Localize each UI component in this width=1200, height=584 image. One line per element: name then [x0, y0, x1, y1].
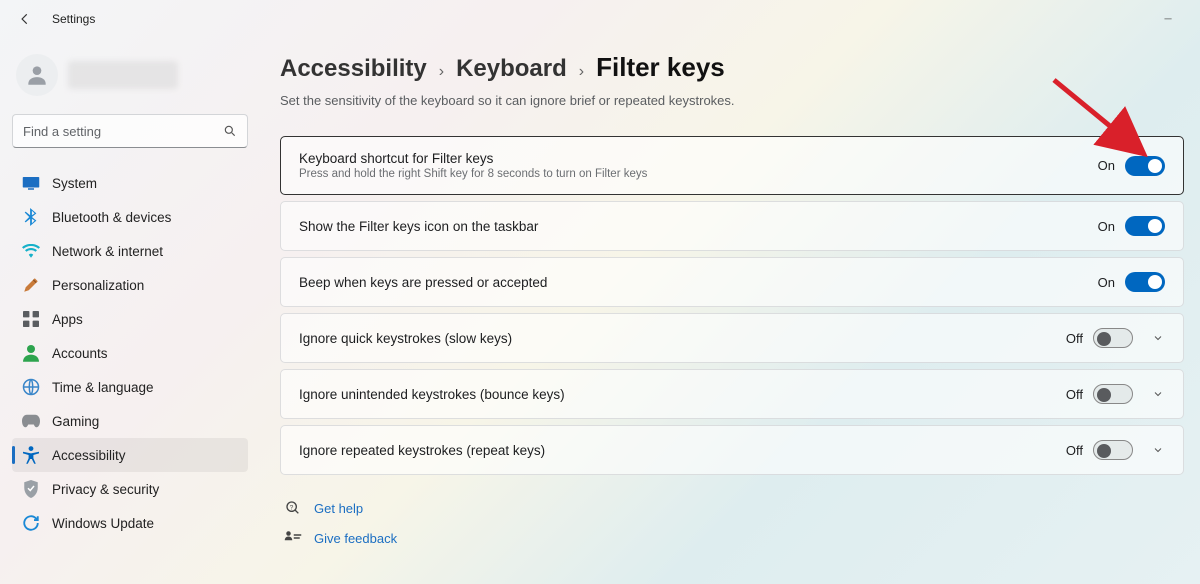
- profile-name-blurred: [68, 61, 178, 89]
- toggle-switch[interactable]: [1093, 384, 1133, 404]
- toggle-switch[interactable]: [1125, 156, 1165, 176]
- privacy-icon: [22, 480, 40, 498]
- toggle-state-label: On: [1098, 219, 1115, 234]
- sidebar: System Bluetooth & devices Network & int…: [0, 38, 260, 563]
- search-input[interactable]: [23, 124, 223, 139]
- setting-title: Ignore quick keystrokes (slow keys): [299, 331, 1066, 346]
- chevron-down-icon[interactable]: [1151, 443, 1165, 457]
- sidebar-item-update[interactable]: Windows Update: [12, 506, 248, 540]
- feedback-icon: [284, 529, 302, 547]
- sidebar-item-label: System: [52, 176, 97, 191]
- titlebar: Settings ─: [0, 0, 1200, 38]
- chevron-right-icon: ›: [579, 63, 584, 81]
- page-subtitle: Set the sensitivity of the keyboard so i…: [280, 93, 1184, 108]
- setting-sub: Press and hold the right Shift key for 8…: [299, 168, 1098, 180]
- setting-taskbar-icon[interactable]: Show the Filter keys icon on the taskbar…: [280, 201, 1184, 251]
- sidebar-item-system[interactable]: System: [12, 166, 248, 200]
- sidebar-item-privacy[interactable]: Privacy & security: [12, 472, 248, 506]
- profile-block[interactable]: [8, 46, 252, 114]
- update-icon: [22, 514, 40, 532]
- sidebar-item-bluetooth[interactable]: Bluetooth & devices: [12, 200, 248, 234]
- toggle-switch[interactable]: [1125, 272, 1165, 292]
- breadcrumb-seg-2: Filter keys: [596, 52, 725, 83]
- sidebar-item-time-language[interactable]: Time & language: [12, 370, 248, 404]
- setting-slow-keys[interactable]: Ignore quick keystrokes (slow keys) Off: [280, 313, 1184, 363]
- setting-title: Ignore unintended keystrokes (bounce key…: [299, 387, 1066, 402]
- app-title: Settings: [52, 12, 95, 26]
- chevron-down-icon[interactable]: [1151, 331, 1165, 345]
- sidebar-item-label: Bluetooth & devices: [52, 210, 171, 225]
- bluetooth-icon: [22, 208, 40, 226]
- setting-repeat-keys[interactable]: Ignore repeated keystrokes (repeat keys)…: [280, 425, 1184, 475]
- nav-list: System Bluetooth & devices Network & int…: [8, 166, 252, 540]
- toggle-state-label: Off: [1066, 387, 1083, 402]
- help-icon: ?: [284, 499, 302, 517]
- avatar: [16, 54, 58, 96]
- minimize-button[interactable]: ─: [1150, 14, 1186, 25]
- setting-title: Keyboard shortcut for Filter keys: [299, 151, 1098, 166]
- svg-text:?: ?: [290, 504, 294, 511]
- sidebar-item-label: Personalization: [52, 278, 144, 293]
- give-feedback-link[interactable]: Give feedback: [284, 523, 1184, 553]
- chevron-down-icon[interactable]: [1151, 387, 1165, 401]
- wifi-icon: [22, 242, 40, 260]
- sidebar-item-label: Privacy & security: [52, 482, 159, 497]
- search-box[interactable]: [12, 114, 248, 148]
- sidebar-item-gaming[interactable]: Gaming: [12, 404, 248, 438]
- setting-title: Beep when keys are pressed or accepted: [299, 275, 1098, 290]
- toggle-switch[interactable]: [1093, 328, 1133, 348]
- sidebar-item-label: Apps: [52, 312, 83, 327]
- sidebar-item-label: Accessibility: [52, 448, 126, 463]
- personalization-icon: [22, 276, 40, 294]
- gaming-icon: [22, 412, 40, 430]
- chevron-right-icon: ›: [439, 63, 444, 81]
- toggle-state-label: Off: [1066, 443, 1083, 458]
- sidebar-item-label: Accounts: [52, 346, 108, 361]
- sidebar-item-label: Gaming: [52, 414, 99, 429]
- get-help-link[interactable]: ? Get help: [284, 493, 1184, 523]
- sidebar-item-label: Network & internet: [52, 244, 163, 259]
- toggle-switch[interactable]: [1125, 216, 1165, 236]
- window-buttons: ─: [1150, 14, 1186, 25]
- setting-bounce-keys[interactable]: Ignore unintended keystrokes (bounce key…: [280, 369, 1184, 419]
- toggle-state-label: On: [1098, 275, 1115, 290]
- related-links: ? Get help Give feedback: [280, 493, 1184, 553]
- setting-beep[interactable]: Beep when keys are pressed or accepted O…: [280, 257, 1184, 307]
- toggle-state-label: Off: [1066, 331, 1083, 346]
- breadcrumb: Accessibility › Keyboard › Filter keys: [280, 52, 1184, 83]
- breadcrumb-seg-0[interactable]: Accessibility: [280, 55, 427, 83]
- sidebar-item-label: Time & language: [52, 380, 154, 395]
- setting-title: Ignore repeated keystrokes (repeat keys): [299, 443, 1066, 458]
- content-area: Accessibility › Keyboard › Filter keys S…: [260, 38, 1200, 563]
- toggle-state-label: On: [1098, 158, 1115, 173]
- setting-title: Show the Filter keys icon on the taskbar: [299, 219, 1098, 234]
- back-button[interactable]: [14, 8, 36, 30]
- toggle-switch[interactable]: [1093, 440, 1133, 460]
- search-icon: [223, 124, 237, 138]
- time-language-icon: [22, 378, 40, 396]
- sidebar-item-label: Windows Update: [52, 516, 154, 531]
- breadcrumb-seg-1[interactable]: Keyboard: [456, 55, 567, 83]
- accessibility-icon: [22, 446, 40, 464]
- sidebar-item-network[interactable]: Network & internet: [12, 234, 248, 268]
- apps-icon: [22, 310, 40, 328]
- system-icon: [22, 174, 40, 192]
- sidebar-item-accounts[interactable]: Accounts: [12, 336, 248, 370]
- setting-keyboard-shortcut[interactable]: Keyboard shortcut for Filter keys Press …: [280, 136, 1184, 195]
- sidebar-item-personalization[interactable]: Personalization: [12, 268, 248, 302]
- sidebar-item-apps[interactable]: Apps: [12, 302, 248, 336]
- sidebar-item-accessibility[interactable]: Accessibility: [12, 438, 248, 472]
- accounts-icon: [22, 344, 40, 362]
